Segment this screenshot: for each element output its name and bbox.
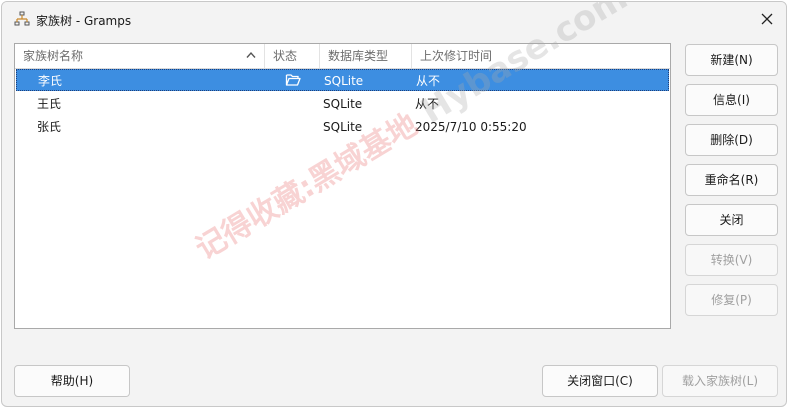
column-header-last-modified-label: 上次修订时间 <box>420 49 493 63</box>
family-tree-icon <box>14 11 30 27</box>
db-type-cell: SQLite <box>323 120 363 134</box>
family-tree-list[interactable]: 家族树名称 状态 数据库类型 上次修订时间 李氏 SQLite 从不 王氏 SQ… <box>14 43 671 329</box>
db-type-cell: SQLite <box>323 97 363 111</box>
db-type-cell: SQLite <box>324 74 364 88</box>
column-header-status-label: 状态 <box>273 49 298 63</box>
table-row[interactable]: 王氏 SQLite 从不 <box>16 93 669 115</box>
tree-name-cell: 王氏 <box>37 97 62 111</box>
table-row[interactable]: 张氏 SQLite 2025/7/10 0:55:20 <box>16 116 669 138</box>
rename-button[interactable]: 重命名(R) <box>685 164 778 196</box>
last-modified-cell: 从不 <box>415 97 440 111</box>
tree-name-cell: 张氏 <box>37 120 62 134</box>
column-header-name-label: 家族树名称 <box>23 49 84 63</box>
last-modified-cell: 从不 <box>416 74 441 88</box>
column-header-row: 家族树名称 状态 数据库类型 上次修订时间 <box>15 44 670 69</box>
convert-button[interactable]: 转换(V) <box>685 244 778 276</box>
last-modified-cell: 2025/7/10 0:55:20 <box>415 120 527 134</box>
new-button[interactable]: 新建(N) <box>685 44 778 76</box>
title-bar: 家族树 - Gramps <box>2 2 786 36</box>
repair-button[interactable]: 修复(P) <box>685 284 778 316</box>
family-tree-dialog: 家族树 - Gramps 家族树名称 状态 数据库类型 上次修订时间 李氏 SQ… <box>1 1 787 407</box>
close-icon <box>761 13 773 25</box>
close-window-button[interactable]: 关闭窗口(C) <box>542 365 658 397</box>
open-folder-icon <box>285 73 301 90</box>
load-tree-button[interactable]: 载入家族树(L) <box>662 365 778 397</box>
column-header-status[interactable]: 状态 <box>265 44 320 68</box>
tree-name-cell: 李氏 <box>38 74 63 88</box>
close-window-x-button[interactable] <box>756 8 778 30</box>
window-title: 家族树 - Gramps <box>36 14 132 28</box>
close-tree-button[interactable]: 关闭 <box>685 204 778 236</box>
table-row[interactable]: 李氏 SQLite 从不 <box>16 69 669 91</box>
info-button[interactable]: 信息(I) <box>685 84 778 116</box>
column-header-last-modified[interactable]: 上次修订时间 <box>412 44 670 68</box>
column-header-db-type[interactable]: 数据库类型 <box>320 44 412 68</box>
help-button[interactable]: 帮助(H) <box>14 365 130 397</box>
column-header-db-type-label: 数据库类型 <box>328 49 389 63</box>
sort-ascending-icon <box>246 51 256 58</box>
column-header-name[interactable]: 家族树名称 <box>15 44 265 68</box>
delete-button[interactable]: 删除(D) <box>685 124 778 156</box>
